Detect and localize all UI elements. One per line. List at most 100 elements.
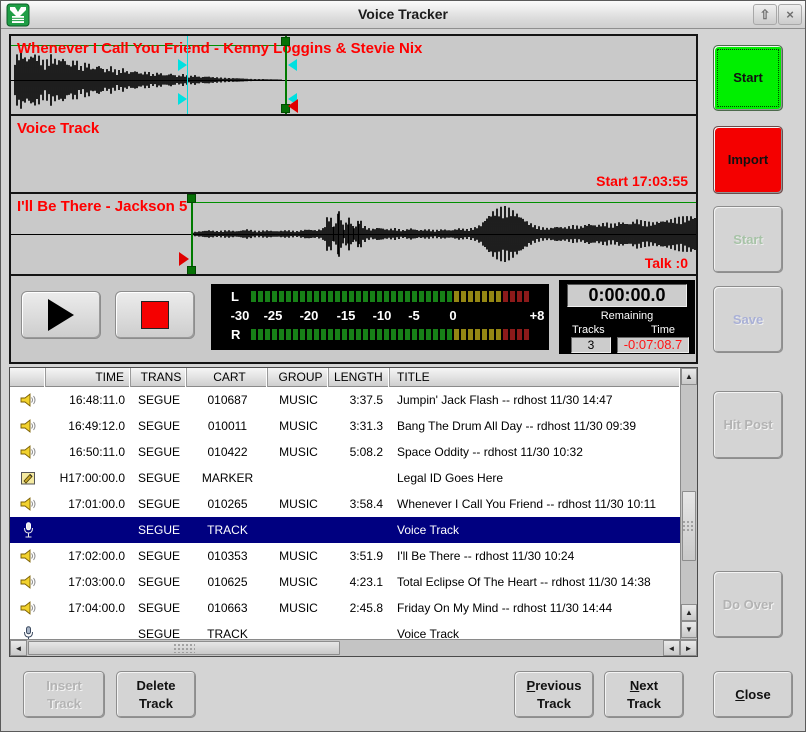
play-button[interactable] [21,291,101,339]
next-track-title: I'll Be There - Jackson 5 [17,198,187,215]
cell-time: 16:49:12.0 [46,419,131,433]
green-marker-handle-icon[interactable] [281,37,290,46]
meter-segment [342,291,347,302]
table-row[interactable]: 16:48:11.0SEGUE010687MUSIC3:37.5Jumpin' … [10,387,681,413]
voice-track-title: Voice Track [17,120,99,137]
waveform-panel-previous-track[interactable]: Whenever I Call You Friend - Kenny Loggi… [11,36,696,116]
cell-trans: SEGUE [131,445,187,459]
column-header-group[interactable]: GROUP [268,368,329,387]
close-button[interactable]: Close [713,671,793,718]
table-row[interactable]: SEGUETRACKVoice Track [10,621,681,639]
meter-segment [314,329,319,340]
waveform-editor: Whenever I Call You Friend - Kenny Loggi… [9,34,698,364]
vertical-scrollbar[interactable]: ▲ ▲ ▼ [680,368,697,639]
talk-start-marker-line[interactable] [187,36,188,114]
meter-segment [447,329,452,340]
meter-segment [272,329,277,340]
cell-cart: 010265 [187,497,268,511]
red-marker-handle-icon[interactable] [179,252,189,266]
meter-segment [412,291,417,302]
column-header-icon[interactable] [10,368,46,387]
meter-segment [370,291,375,302]
arrow-left-icon: ◄ [668,644,676,653]
column-header-title[interactable]: TITLE [390,368,681,387]
horizontal-scrollbar[interactable]: ◄ ◄ ► [10,639,697,656]
meter-segment [384,329,389,340]
column-header-length[interactable]: LENGTH [329,368,390,387]
stop-button[interactable] [115,291,195,339]
microphone-icon [23,626,34,640]
cell-len: 2:45.8 [329,601,390,615]
meter-segment [461,291,466,302]
cell-group: MUSIC [268,393,329,407]
vertical-scroll-thumb[interactable] [682,491,696,561]
delete-track-button[interactable]: Delete Track [116,671,196,718]
meter-segment [496,329,501,340]
meter-segment [342,329,347,340]
start-record-button[interactable]: Start [713,45,783,111]
cell-cart: TRACK [187,627,268,639]
meter-segment [328,291,333,302]
meter-segment [377,329,382,340]
green-marker-handle-icon[interactable] [187,266,196,275]
play-icon [48,299,74,331]
meter-segment [286,291,291,302]
meter-segment [279,329,284,340]
cyan-marker-handle-icon[interactable] [288,59,297,71]
previous-track-button[interactable]: Previous Track [514,671,594,718]
table-row[interactable]: 16:50:11.0SEGUE010422MUSIC5:08.2Space Od… [10,439,681,465]
cell-group: MUSIC [268,419,329,433]
close-window-button[interactable]: × [778,4,802,25]
column-header-time[interactable]: TIME [46,368,131,387]
column-header-trans[interactable]: TRANS [131,368,187,387]
start-marker-line[interactable] [191,194,193,274]
cell-len: 3:31.3 [329,419,390,433]
table-row[interactable]: 16:49:12.0SEGUE010011MUSIC3:31.3Bang The… [10,413,681,439]
voice-track-start-time: Start 17:03:55 [596,173,688,189]
green-marker-handle-icon[interactable] [187,194,196,203]
table-row[interactable]: H17:00:00.0SEGUEMARKERLegal ID Goes Here [10,465,681,491]
scroll-down-button[interactable]: ▼ [681,621,697,638]
column-header-cart[interactable]: CART [187,368,268,387]
meter-segment [272,291,277,302]
meter-segment [349,329,354,340]
scroll-right-button[interactable]: ► [680,640,697,656]
meter-segment [293,291,298,302]
tracks-label: Tracks [572,324,605,336]
cyan-marker-handle-icon[interactable] [178,59,187,71]
waveform-panel-voice-track[interactable]: Voice Track Start 17:03:55 [11,116,696,194]
segue-level-line [191,202,696,203]
red-marker-handle-icon[interactable] [288,99,298,113]
cell-trans: SEGUE [131,523,187,537]
scroll-left-button[interactable]: ◄ [663,640,680,656]
segue-marker-line[interactable] [285,36,287,114]
shade-window-button[interactable]: ⇧ [753,4,777,25]
table-row[interactable]: 17:03:00.0SEGUE010625MUSIC4:23.1Total Ec… [10,569,681,595]
cell-cart: 010663 [187,601,268,615]
import-button[interactable]: Import [713,126,783,194]
meter-segment [489,329,494,340]
audio-level-meter: L -30-25-20-15-10-50+8 R [211,284,549,350]
meter-segment [419,291,424,302]
meter-segment [251,329,256,340]
scroll-up-button[interactable]: ▲ [681,368,697,385]
table-row[interactable]: 17:01:00.0SEGUE010265MUSIC3:58.4Whenever… [10,491,681,517]
next-track-button[interactable]: Next Track [604,671,684,718]
table-row[interactable]: 17:04:00.0SEGUE010663MUSIC2:45.8Friday O… [10,595,681,621]
table-row[interactable]: 17:02:00.0SEGUE010353MUSIC3:51.9I'll Be … [10,543,681,569]
meter-segment [377,291,382,302]
meter-segment [265,291,270,302]
cell-title: Friday On My Mind -- rdhost 11/30 14:44 [390,601,681,615]
waveform-centerline [11,80,696,81]
cyan-marker-handle-icon[interactable] [178,93,187,105]
waveform-panel-next-track[interactable]: I'll Be There - Jackson 5 Talk :0 [11,194,696,276]
cell-icon [10,626,46,640]
cell-time: 17:02:00.0 [46,549,131,563]
cell-trans: SEGUE [131,393,187,407]
table-row[interactable]: SEGUETRACKVoice Track [10,517,681,543]
arrow-up-icon: ▲ [685,372,693,381]
scroll-left-button[interactable]: ◄ [10,640,27,656]
scroll-up-button[interactable]: ▲ [681,604,697,621]
horizontal-scroll-thumb[interactable] [28,641,340,655]
meter-segment [251,291,256,302]
